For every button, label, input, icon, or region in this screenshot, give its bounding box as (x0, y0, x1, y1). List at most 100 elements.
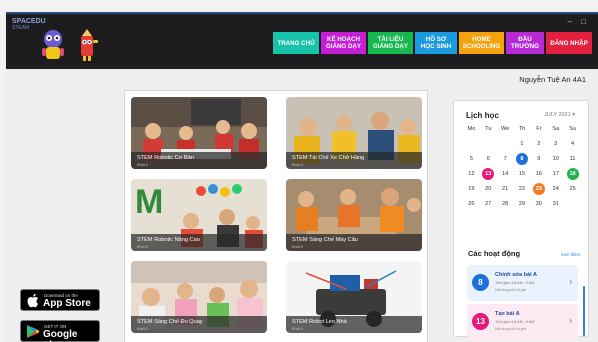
calendar-day[interactable]: 28 (497, 199, 514, 209)
month-selector[interactable]: JULY 2021 ▾ (544, 112, 575, 118)
course-title: STEM Sáng Chế Đu Quay (137, 319, 203, 325)
nav-trang-chu-button[interactable]: TRANG CHỦ (273, 32, 319, 54)
course-title: STEM Robotic Nâng Cao (137, 237, 200, 243)
google-play-button[interactable]: GET IT ON Google play (20, 320, 100, 342)
weekday-label: Mo (467, 126, 476, 132)
nav-ho-so-hoc-sinh-button[interactable]: HỒ SƠ HỌC SINH (415, 32, 457, 54)
calendar-day[interactable]: 23 (530, 183, 547, 195)
calendar-day[interactable]: 27 (480, 199, 497, 209)
activity-description: Nội dung chỉ số giờ (495, 327, 526, 331)
calendar-day[interactable]: 18 (564, 168, 581, 180)
app-store-button[interactable]: Download on the App Store (20, 289, 100, 311)
activities-title: Các hoạt động (468, 249, 521, 258)
course-card[interactable]: STEM Robotic Cơ Bản Khối 4 (131, 97, 267, 169)
nav-dau-truong-button[interactable]: ĐẦU TRƯỜNG (506, 32, 544, 54)
app-store-label: App Store (43, 298, 91, 309)
nav-tai-lieu-giang-day-button[interactable]: TÀI LIỆU GIẢNG DẠY (368, 32, 413, 54)
robot-mascot-icon (42, 30, 64, 59)
calendar-day[interactable]: 29 (514, 199, 531, 209)
calendar-day[interactable]: 2 (530, 139, 547, 149)
weekday-label: Su (569, 126, 576, 132)
brand-name: SPACEDU (12, 18, 46, 25)
calendar-blank (497, 139, 514, 149)
calendar-title: Lịch học (466, 111, 499, 120)
course-title: STEM Sáng Chế Máy Cẩu (292, 237, 358, 243)
weekday-label: We (500, 126, 510, 132)
course-title: STEM Robotic Cơ Bản (137, 155, 194, 161)
activity-time: Thời gian ● 8:AM - 9:AM (495, 281, 535, 285)
top-header: SPACEDU STEAM – □ TRANG CHỦ KẾ HOẠCH GIẢ… (6, 14, 598, 69)
course-card[interactable]: STEM Tái Chế Xe Chở Hàng Khối 3 (286, 97, 422, 169)
calendar-blank (480, 139, 497, 149)
activity-item[interactable]: 13 Tạo bài A Thời gian ● 8:AM - 9:AM Nội… (467, 304, 578, 340)
course-grade: Khối 5 (137, 245, 148, 249)
calendar-blank (463, 139, 480, 149)
calendar-day[interactable]: 4 (564, 139, 581, 149)
calendar-day[interactable]: 15 (514, 169, 531, 179)
course-card[interactable]: STEM Robot Leo Nhà Khối 5 (286, 261, 422, 333)
user-name[interactable]: Nguyễn Tuệ An 4A1 (519, 75, 586, 84)
calendar-day[interactable]: 25 (564, 184, 581, 194)
view-more-link[interactable]: Xem thêm (561, 252, 580, 257)
activity-time: Thời gian ● 8:AM - 9:AM (495, 320, 535, 324)
activity-name: Chỉnh sửa bài A (495, 272, 537, 278)
chevron-right-icon: › (569, 277, 572, 286)
calendar-day[interactable]: 1 (514, 139, 531, 149)
calendar-day[interactable]: 24 (547, 184, 564, 194)
nav-home-schooling-button[interactable]: HOME SCHOOLING (459, 32, 504, 54)
calendar-day[interactable]: 12 (463, 169, 480, 179)
activity-item[interactable]: 8 Chỉnh sửa bài A Thời gian ● 8:AM - 9:A… (467, 265, 578, 301)
course-grade: Khối 3 (292, 163, 303, 167)
calendar-day[interactable]: 3 (547, 139, 564, 149)
weekday-label: Tu (485, 126, 492, 132)
course-grade: Khối 4 (137, 163, 148, 167)
calendar-day[interactable]: 13 (480, 168, 497, 180)
calendar-day[interactable]: 17 (547, 169, 564, 179)
calendar-day[interactable]: 20 (480, 184, 497, 194)
course-grade: Khối 3 (137, 327, 148, 331)
chevron-right-icon: › (569, 316, 572, 325)
calendar-day[interactable]: 26 (463, 199, 480, 209)
course-list: STEM Robotic Cơ Bản Khối 4 STEM Tái Chế … (124, 90, 428, 342)
activity-name: Tạo bài A (495, 311, 520, 317)
calendar-day[interactable]: 5 (463, 154, 480, 164)
calendar-day[interactable]: 10 (547, 154, 564, 164)
calendar-day[interactable]: 8 (514, 153, 531, 165)
calendar-day[interactable]: 7 (497, 154, 514, 164)
course-grade: Khối 4 (292, 245, 303, 249)
calendar-day[interactable]: 21 (497, 184, 514, 194)
nav-ke-hoach-giang-day-button[interactable]: KẾ HOẠCH GIẢNG DẠY (321, 32, 366, 54)
course-card[interactable]: STEM Sáng Chế Máy Cẩu Khối 4 (286, 179, 422, 251)
calendar-day[interactable]: 19 (463, 184, 480, 194)
calendar-day[interactable]: 9 (530, 154, 547, 164)
calendar-day[interactable]: 22 (514, 184, 531, 194)
course-grade: Khối 5 (292, 327, 303, 331)
svg-text:M: M (135, 183, 163, 221)
calendar-grid: Mo Tu We Th Fr Sa Su 1 2 3 4 5 6 7 8 9 10 11 12 13 14 15 16 17 1… (463, 124, 581, 209)
panel-scrollbar[interactable] (583, 286, 585, 336)
weekday-label: Sa (552, 126, 560, 132)
activity-date-badge: 13 (472, 313, 489, 330)
app-window: SPACEDU STEAM – □ TRANG CHỦ KẾ HOẠCH GIẢ… (6, 12, 598, 342)
nav-dang-nhap-button[interactable]: ĐĂNG NHẬP (546, 32, 592, 54)
main-navigation: TRANG CHỦ KẾ HOẠCH GIẢNG DẠY TÀI LIỆU GI… (273, 32, 592, 54)
maximize-button[interactable]: □ (581, 17, 586, 26)
calendar-day[interactable]: 14 (497, 169, 514, 179)
activity-description: Nội dung chỉ số giờ (495, 288, 526, 292)
calendar-day[interactable]: 30 (530, 199, 547, 209)
calendar-day[interactable]: 11 (564, 154, 581, 164)
google-play-icon (27, 325, 40, 338)
course-card[interactable]: M STEM Robotic Nâng Cao Khối 5 (131, 179, 267, 251)
main-content: Nguyễn Tuệ An 4A1 STEM Robotic Cơ Bản Kh… (6, 71, 598, 342)
schedule-panel: Lịch học JULY 2021 ▾ Mo Tu We Th Fr Sa Su 1 2 3 4 5… (453, 100, 589, 340)
calendar-day[interactable]: 16 (530, 169, 547, 179)
course-title: STEM Robot Leo Nhà (292, 319, 347, 325)
calendar-day[interactable]: 31 (547, 199, 564, 209)
google-play-label: Google play (43, 329, 78, 342)
minimize-button[interactable]: – (568, 17, 572, 26)
course-card[interactable]: STEM Sáng Chế Đu Quay Khối 3 (131, 261, 267, 333)
weekday-label: Fr (536, 126, 542, 132)
calendar-day[interactable]: 6 (480, 154, 497, 164)
course-title: STEM Tái Chế Xe Chở Hàng (292, 155, 365, 161)
pencil-mascot-icon (81, 29, 98, 61)
